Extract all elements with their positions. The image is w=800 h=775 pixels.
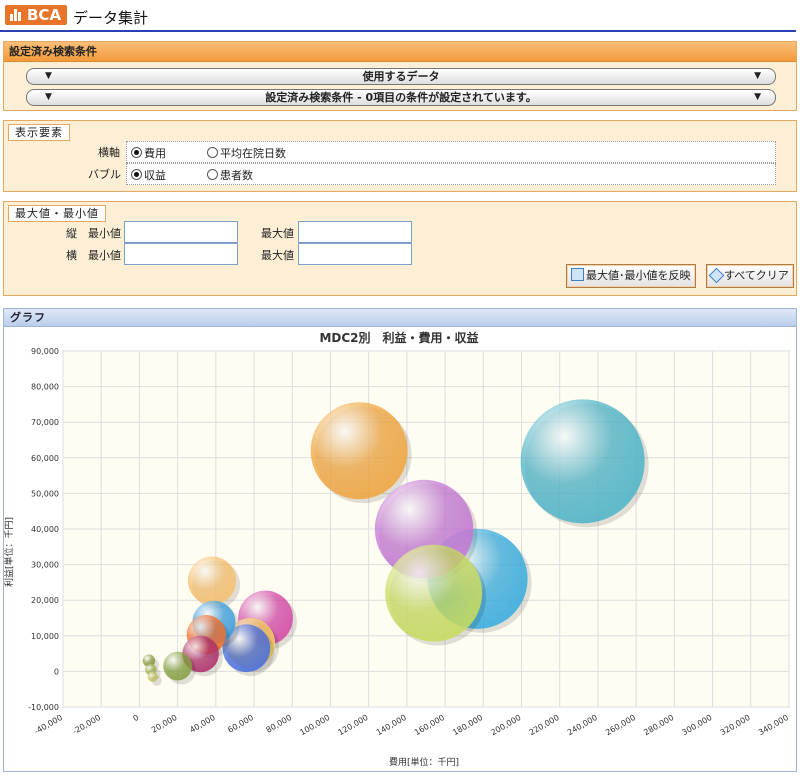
bubble-mark [163, 651, 192, 681]
x-tick-label: 340,000 [757, 713, 790, 737]
x-tick-label: 220,000 [528, 713, 561, 737]
logo-text: BCA [27, 6, 62, 24]
graph-panel: グラフ MDC2別 利益・費用・収益 -40,000 -20,000 0 20,000… [3, 308, 797, 772]
bubble-mark [385, 544, 483, 642]
search-conditions-toggle[interactable]: ▼ 設定済み検索条件 - 0項目の条件が設定されています。 ▼ [26, 89, 776, 106]
bubble-mark [310, 402, 408, 500]
radio-icon[interactable] [207, 147, 218, 158]
x-tick-label: 60,000 [226, 713, 255, 735]
data-selection-label: 使用するデータ [362, 70, 440, 83]
x-tick-label: 300,000 [680, 713, 713, 737]
chevron-down-icon: ▼ [45, 92, 52, 102]
bca-logo: BCA [5, 5, 67, 25]
bar-chart-icon [10, 9, 24, 21]
y-axis-label: 利益[単位：千円] [4, 517, 15, 587]
vertical-max-label: 最大値 [261, 227, 294, 240]
x-tick-label: 280,000 [642, 713, 675, 737]
horizontal-max-label: 最大値 [261, 249, 294, 262]
xaxis-options: 費用 平均在院日数 [126, 141, 776, 163]
x-tick-label: 100,000 [298, 713, 331, 737]
x-tick-label: 260,000 [604, 713, 637, 737]
xaxis-option-cost[interactable]: 費用 [131, 145, 166, 161]
y-tick-label: 60,000 [31, 454, 59, 463]
bubble-label: バブル [88, 168, 121, 181]
apply-min-max-button[interactable]: 最大値･最小値を反映 [566, 264, 696, 288]
chart-title: MDC2別 利益・費用・収益 [319, 330, 478, 345]
y-tick-label: 90,000 [31, 347, 59, 356]
search-conditions-title: 設定済み検索条件 [4, 42, 796, 62]
bubble-options: 収益 患者数 [126, 163, 776, 185]
search-conditions-panel: 設定済み検索条件 ▼ 使用するデータ ▼ ▼ 設定済み検索条件 - 0項目の条件… [3, 41, 797, 111]
min-max-panel: 最大値・最小値 縦 最小値 最大値 横 最小値 最大値 最大値･最小値を反映 す… [3, 201, 797, 296]
display-elements-title: 表示要素 [8, 124, 70, 141]
radio-selected-icon[interactable] [131, 169, 142, 180]
x-tick-label: 20,000 [150, 713, 179, 735]
bubble-mark [147, 671, 158, 682]
bubble-chart: MDC2別 利益・費用・収益 -40,000 -20,000 0 20,000 40,0… [3, 330, 790, 768]
y-tick-label: -10,000 [28, 703, 59, 712]
bubble-option-revenue[interactable]: 収益 [131, 167, 166, 183]
display-elements-panel: 表示要素 横軸 費用 平均在院日数 バブル 収益 患者数 [3, 120, 797, 192]
y-tick-label: 30,000 [31, 561, 59, 570]
min-max-title: 最大値・最小値 [8, 205, 106, 222]
bubble-mark [520, 399, 645, 524]
x-tick-label: 160,000 [413, 713, 446, 737]
x-tick-label: -40,000 [33, 713, 64, 736]
page-title: データ集計 [73, 9, 149, 27]
y-tick-label: 40,000 [31, 525, 59, 534]
app-header: BCA データ集計 [0, 0, 796, 32]
x-tick-label: -20,000 [71, 713, 102, 736]
x-tick-label: 320,000 [719, 713, 752, 737]
x-tick-label: 240,000 [566, 713, 599, 737]
vertical-min-input[interactable] [124, 221, 238, 243]
horizontal-min-label: 最小値 [88, 249, 121, 262]
vertical-max-input[interactable] [298, 221, 412, 243]
checkbox-icon [571, 268, 584, 281]
y-tick-label: 10,000 [31, 632, 59, 641]
y-tick-label: 50,000 [31, 489, 59, 498]
radio-icon[interactable] [207, 169, 218, 180]
x-tick-label: 200,000 [489, 713, 522, 737]
y-tick-label: 20,000 [31, 596, 59, 605]
graph-title: グラフ [4, 309, 796, 327]
y-tick-label: 0 [54, 667, 59, 676]
x-tick-label: 140,000 [375, 713, 408, 737]
x-tick-label: 40,000 [188, 713, 217, 735]
x-tick-label: 180,000 [451, 713, 484, 737]
horizontal-min-input[interactable] [124, 243, 238, 265]
clear-all-button[interactable]: すべてクリア [706, 264, 794, 288]
chevron-down-icon: ▼ [754, 92, 761, 102]
x-tick-label: 0 [132, 713, 141, 723]
bubble-option-patients[interactable]: 患者数 [207, 167, 253, 183]
xaxis-option-avg-stay[interactable]: 平均在院日数 [207, 145, 286, 161]
data-selection-toggle[interactable]: ▼ 使用するデータ ▼ [26, 68, 776, 85]
vertical-label: 縦 [66, 227, 77, 240]
x-axis-label: 費用[単位：千円] [389, 756, 459, 768]
horizontal-max-input[interactable] [298, 243, 412, 265]
search-conditions-label: 設定済み検索条件 - 0項目の条件が設定されています。 [265, 91, 537, 104]
chevron-down-icon: ▼ [45, 71, 52, 81]
radio-selected-icon[interactable] [131, 147, 142, 158]
chevron-down-icon: ▼ [754, 71, 761, 81]
xaxis-label: 横軸 [98, 146, 120, 159]
y-tick-label: 70,000 [31, 418, 59, 427]
y-tick-label: 80,000 [31, 383, 59, 392]
x-tick-label: 120,000 [337, 713, 370, 737]
x-tick-label: 80,000 [265, 713, 294, 735]
horizontal-label: 横 [66, 249, 77, 262]
vertical-min-label: 最小値 [88, 227, 121, 240]
eraser-icon [708, 267, 725, 284]
bubble-mark [187, 556, 237, 605]
